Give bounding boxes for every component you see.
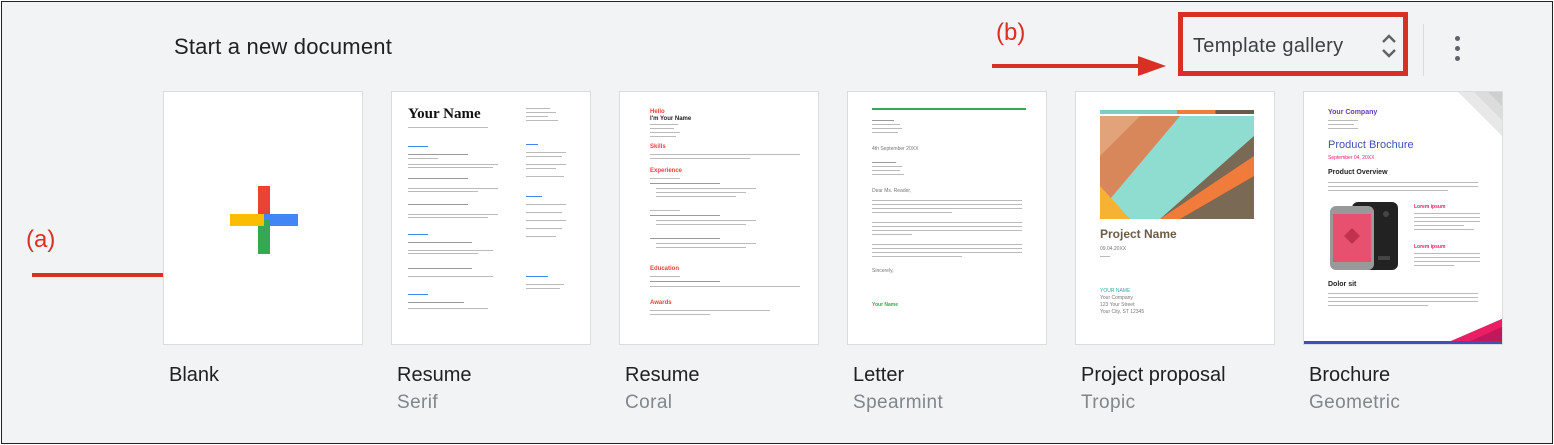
template-style: Spearmint (853, 392, 944, 413)
template-name: Project proposal (1081, 364, 1226, 386)
toolbar-divider (1423, 24, 1424, 76)
template-strip: Start a new document (b) Template galler… (1, 1, 1553, 444)
annotation-a: (a) (26, 226, 56, 253)
preview-greeting: Dear Ms. Reader, (872, 188, 912, 194)
annotation-arrow-b (992, 56, 1166, 76)
preview-name: I'm Your Name (650, 116, 692, 122)
template-thumbnail[interactable]: Project Name 09.04.20XX YOUR NAME Your C… (1075, 91, 1275, 345)
template-name: Brochure (1309, 364, 1391, 386)
template-thumbnail[interactable]: Hello I'm Your Name Skills Experience Ed… (619, 91, 819, 345)
preview-name: Your Name (408, 106, 481, 122)
geometric-corner-art (1458, 92, 1502, 136)
template-thumbnail[interactable]: Your Company Product Brochure September … (1303, 91, 1503, 345)
template-name: Resume (397, 364, 472, 386)
preview-heading: Product Overview (1328, 169, 1388, 176)
preview-section: Experience (650, 168, 683, 174)
tropic-artwork (1100, 116, 1254, 219)
template-name: Resume (625, 364, 700, 386)
preview-date: September 04, 20XX (1328, 155, 1375, 161)
preview-title: Project Name (1100, 227, 1177, 241)
geometric-footer-art (1304, 318, 1502, 344)
template-thumbnail[interactable]: Your Name (391, 91, 591, 345)
preview-company: Your Company (1328, 109, 1378, 116)
preview-date: 4th September 20XX (872, 146, 919, 152)
template-name: Blank (169, 364, 220, 386)
preview-street: 123 Your Street (1100, 302, 1135, 308)
preview-heading: Dolor sit (1328, 281, 1357, 288)
template-gallery-label: Template gallery (1193, 35, 1344, 57)
preview-author: YOUR NAME (1100, 288, 1131, 294)
template-gallery-button[interactable]: Template gallery (1178, 12, 1408, 76)
page-title: Start a new document (174, 34, 393, 59)
tropic-stripe (1100, 110, 1254, 114)
preview-title: Product Brochure (1328, 139, 1414, 151)
template-thumbnail[interactable]: 4th September 20XX Dear Ms. Reader, Sinc… (847, 91, 1047, 345)
template-style: Coral (625, 392, 673, 413)
unfold-more-icon (1382, 34, 1396, 58)
preview-city: Your City, ST 12345 (1100, 309, 1145, 315)
template-brochure-geometric[interactable]: Your Company Product Brochure September … (1303, 91, 1503, 413)
preview-section: Awards (650, 300, 672, 306)
template-letter-spearmint[interactable]: 4th September 20XX Dear Ms. Reader, Sinc… (847, 91, 1047, 413)
more-options-icon[interactable] (1442, 32, 1472, 66)
preview-closing: Sincerely, (872, 268, 894, 274)
preview-feature: Lorem ipsum (1414, 244, 1446, 250)
phone-illustration (1330, 202, 1398, 270)
template-resume-coral[interactable]: Hello I'm Your Name Skills Experience Ed… (619, 91, 819, 413)
preview-date: 09.04.20XX (1100, 246, 1127, 252)
preview-company: Your Company (1100, 295, 1133, 301)
preview-section: Skills (650, 144, 666, 150)
google-plus-icon (230, 186, 298, 254)
template-blank[interactable]: Blank (163, 91, 363, 386)
template-name: Letter (853, 364, 905, 386)
template-style: Geometric (1309, 392, 1401, 413)
preview-section: Education (650, 266, 680, 272)
template-style: Tropic (1081, 392, 1136, 413)
preview-greeting: Hello (650, 109, 665, 115)
annotation-b: (b) (996, 19, 1026, 46)
template-resume-serif[interactable]: Your Name Resume Serif (391, 91, 591, 413)
template-style: Serif (397, 392, 439, 413)
preview-signature: Your Name (872, 302, 899, 308)
preview-feature: Lorem ipsum (1414, 204, 1446, 210)
template-project-proposal-tropic[interactable]: Project Name 09.04.20XX YOUR NAME Your C… (1075, 91, 1275, 413)
template-thumbnail[interactable] (163, 91, 363, 345)
accent-rule (872, 108, 1026, 110)
